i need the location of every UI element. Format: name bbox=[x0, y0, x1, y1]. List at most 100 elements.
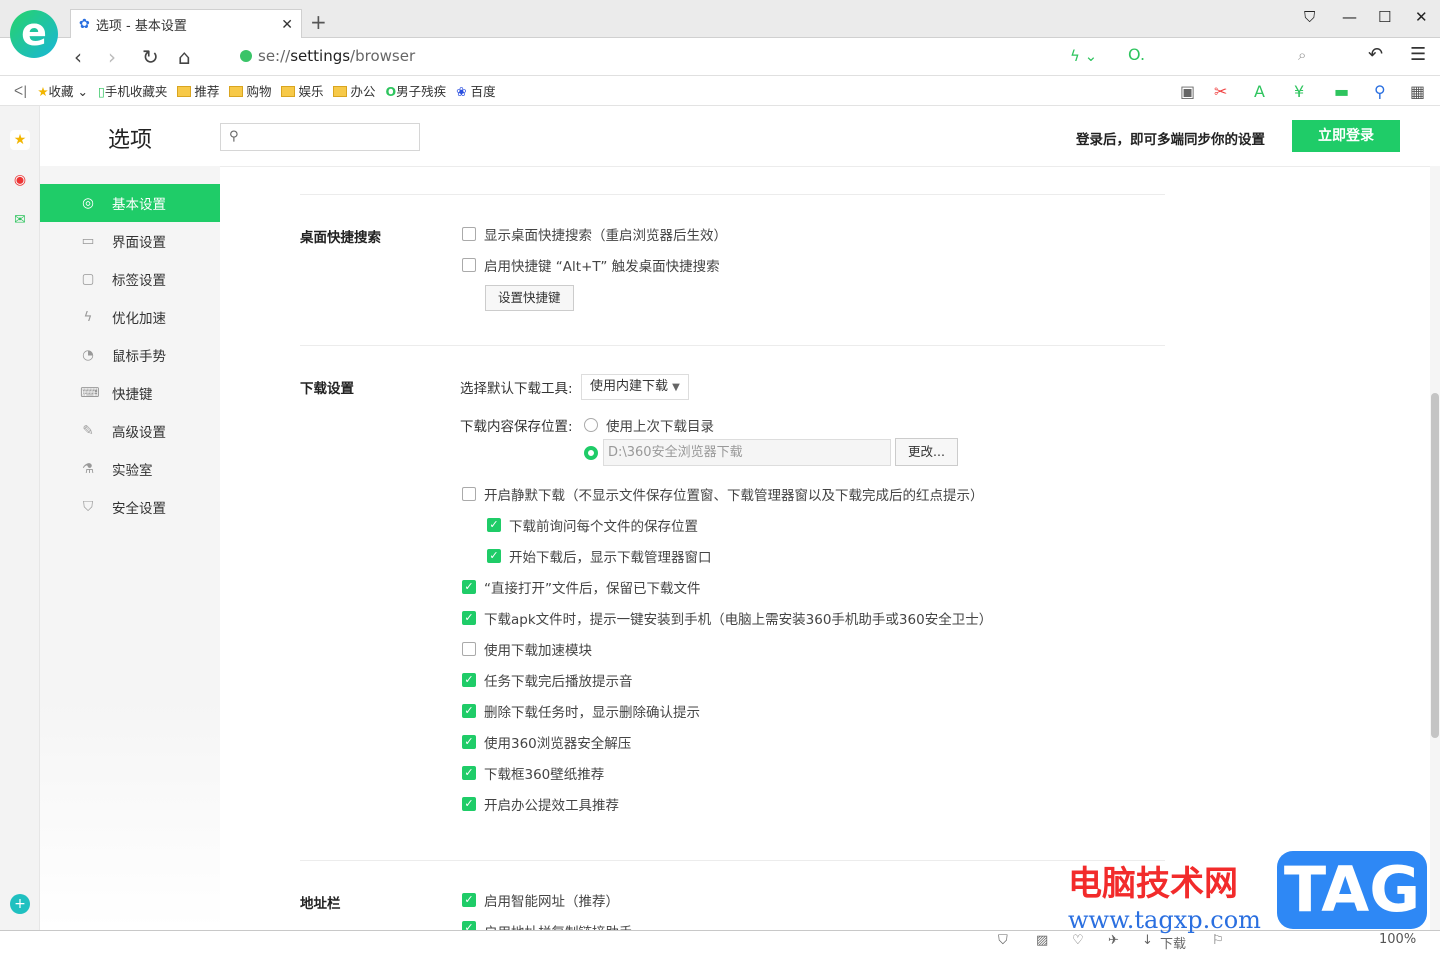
sidebar-item[interactable]: ◔ 鼠标手势 bbox=[40, 336, 220, 374]
translate-icon[interactable]: A bbox=[1254, 82, 1265, 101]
option-row[interactable]: ✓ 开启办公提效工具推荐 bbox=[462, 794, 619, 814]
image-icon[interactable]: ▨ bbox=[1036, 933, 1048, 948]
screenshot-icon[interactable]: ✂ bbox=[1214, 82, 1227, 101]
change-path-button[interactable]: 更改... bbox=[895, 438, 958, 466]
settings-search-input[interactable]: ⚲ bbox=[220, 123, 420, 151]
checkbox[interactable]: ✓ bbox=[462, 704, 476, 718]
sidebar-item[interactable]: ⌨ 快捷键 bbox=[40, 374, 220, 412]
scrollbar-thumb[interactable] bbox=[1431, 393, 1439, 738]
minimize-button[interactable]: — bbox=[1342, 8, 1357, 26]
rocket-icon[interactable]: ✈ bbox=[1108, 933, 1119, 948]
health-icon[interactable]: ♡ bbox=[1072, 933, 1084, 948]
apps-icon[interactable]: ▦ bbox=[1410, 82, 1425, 101]
option-row[interactable]: ✓ 下载apk文件时，提示一键安装到手机（电脑上需安装360手机助手或360安全卫… bbox=[462, 608, 992, 628]
checkbox[interactable] bbox=[462, 642, 476, 656]
sidebar-item[interactable]: ✎ 高级设置 bbox=[40, 412, 220, 450]
back-icon[interactable]: ‹ bbox=[74, 45, 82, 69]
sidebar-item[interactable]: ▢ 标签设置 bbox=[40, 260, 220, 298]
download-icon[interactable]: ↓ bbox=[1142, 933, 1153, 948]
radio-custom-dir[interactable] bbox=[584, 443, 598, 463]
sidebar-item[interactable]: ϟ 优化加速 bbox=[40, 298, 220, 336]
download-label[interactable]: 下载 bbox=[1160, 933, 1186, 952]
search-icon[interactable]: ⌕ bbox=[1298, 46, 1306, 64]
checkbox[interactable]: ✓ bbox=[487, 549, 501, 563]
download-path-field[interactable]: D:\360安全浏览器下载 bbox=[603, 439, 891, 466]
reader-icon[interactable]: ▣ bbox=[1180, 82, 1195, 101]
sidebar-item[interactable]: ⛉ 安全设置 bbox=[40, 488, 220, 526]
bookmark-item[interactable]: ▯手机收藏夹 bbox=[98, 81, 167, 100]
option-row[interactable]: ✓ 任务下载完后播放提示音 bbox=[462, 670, 633, 690]
zoom-level[interactable]: 100% bbox=[1376, 932, 1420, 947]
option-row[interactable]: ✓ 启用地址栏复制链接助手 bbox=[462, 921, 633, 930]
weibo-icon[interactable]: ◉ bbox=[10, 170, 30, 190]
url-host: settings bbox=[290, 47, 351, 65]
bookmark-item[interactable]: 购物 bbox=[229, 81, 271, 100]
checkbox[interactable] bbox=[462, 227, 476, 241]
favorites-icon[interactable]: ★ bbox=[10, 130, 30, 150]
bookmark-item[interactable]: O男子残疾 bbox=[385, 81, 446, 100]
sidebar-toggle-icon[interactable]: ᐸ| bbox=[14, 83, 27, 98]
menu-icon[interactable]: ☰ bbox=[1410, 44, 1426, 65]
radio[interactable] bbox=[584, 418, 598, 432]
checkbox[interactable] bbox=[462, 258, 476, 272]
undo-icon[interactable]: ↶ bbox=[1368, 44, 1383, 65]
login-button[interactable]: 立即登录 bbox=[1292, 120, 1400, 152]
option-row[interactable]: 开启静默下载（不显示文件保存位置窗、下载管理器窗以及下载完成后的红点提示） bbox=[462, 484, 984, 504]
checkbox[interactable]: ✓ bbox=[462, 735, 476, 749]
tab-settings[interactable]: ✿ 选项 - 基本设置 ✕ bbox=[70, 9, 302, 39]
skin-icon[interactable]: ⛉ bbox=[1304, 8, 1315, 26]
checkbox[interactable]: ✓ bbox=[462, 893, 476, 907]
option-row[interactable]: 启用快捷键 “Alt+T” 触发桌面快捷搜索 bbox=[462, 255, 720, 275]
close-window-button[interactable]: ✕ bbox=[1415, 8, 1428, 26]
download-tool-select[interactable]: 使用内建下载 ▼ bbox=[581, 374, 689, 400]
checkbox[interactable]: ✓ bbox=[462, 580, 476, 594]
bookmark-item[interactable]: 推荐 bbox=[177, 81, 219, 100]
browser-logo: e bbox=[10, 10, 58, 58]
option-row[interactable]: ✓ 开始下载后，显示下载管理器窗口 bbox=[487, 546, 712, 566]
radio[interactable] bbox=[584, 446, 598, 460]
radio-last-dir[interactable]: 使用上次下载目录 bbox=[584, 415, 714, 435]
bookmark-item[interactable]: 娱乐 bbox=[281, 81, 323, 100]
maximize-button[interactable]: ☐ bbox=[1378, 8, 1391, 26]
checkbox[interactable] bbox=[462, 487, 476, 501]
bookmark-item[interactable]: 办公 bbox=[333, 81, 375, 100]
new-tab-button[interactable]: + bbox=[310, 10, 327, 34]
speed-icon[interactable]: ϟ ⌄ bbox=[1070, 47, 1097, 65]
checkbox[interactable]: ✓ bbox=[462, 611, 476, 625]
option-row[interactable]: ✓ 删除下载任务时，显示删除确认提示 bbox=[462, 701, 700, 721]
option-row[interactable]: ✓ “直接打开”文件后，保留已下载文件 bbox=[462, 577, 701, 597]
flag-icon[interactable]: ⚐ bbox=[1212, 933, 1224, 948]
option-label: 下载前询问每个文件的保存位置 bbox=[509, 519, 698, 535]
reload-icon[interactable]: ↻ bbox=[142, 45, 159, 69]
checkbox[interactable]: ✓ bbox=[462, 797, 476, 811]
bookmark-item[interactable]: ❀ 百度 bbox=[456, 81, 495, 100]
option-row[interactable]: ✓ 下载前询问每个文件的保存位置 bbox=[487, 515, 698, 535]
checkbox[interactable]: ✓ bbox=[462, 673, 476, 687]
sidebar-item[interactable]: ◎ 基本设置 bbox=[40, 184, 220, 222]
add-icon[interactable]: + bbox=[10, 894, 30, 914]
sidebar-item[interactable]: ⚗ 实验室 bbox=[40, 450, 220, 488]
option-row[interactable]: ✓ 使用360浏览器安全解压 bbox=[462, 732, 631, 752]
checkbox[interactable]: ✓ bbox=[487, 518, 501, 532]
checkbox[interactable]: ✓ bbox=[462, 921, 476, 930]
sidebar-icon: ▭ bbox=[81, 233, 95, 249]
find-icon[interactable]: ⚲ bbox=[1374, 82, 1386, 101]
sidebar-icon: ϟ bbox=[83, 309, 93, 325]
option-row[interactable]: 使用下载加速模块 bbox=[462, 639, 592, 659]
option-row[interactable]: 显示桌面快捷搜索（重启浏览器后生效） bbox=[462, 224, 727, 244]
url-field[interactable]: se://settings/browser bbox=[240, 47, 415, 65]
wallet-icon[interactable]: ¥ bbox=[1294, 82, 1304, 101]
sidebar-item[interactable]: ▭ 界面设置 bbox=[40, 222, 220, 260]
shield-icon[interactable]: ⛉ bbox=[998, 933, 1008, 948]
bookmark-item[interactable]: ★收藏 ⌄ bbox=[37, 81, 88, 100]
close-tab-icon[interactable]: ✕ bbox=[281, 17, 293, 33]
home-icon[interactable]: ⌂ bbox=[178, 45, 191, 69]
forward-icon[interactable]: › bbox=[108, 45, 116, 69]
set-hotkey-button[interactable]: 设置快捷键 bbox=[485, 285, 574, 311]
checkbox[interactable]: ✓ bbox=[462, 766, 476, 780]
mail-icon[interactable]: ✉ bbox=[10, 210, 30, 230]
game-icon[interactable]: ▬ bbox=[1334, 82, 1349, 101]
option-row[interactable]: ✓ 启用智能网址（推荐） bbox=[462, 890, 619, 910]
search-engine-icon[interactable]: O. bbox=[1128, 45, 1145, 64]
option-row[interactable]: ✓ 下载框360壁纸推荐 bbox=[462, 763, 604, 783]
